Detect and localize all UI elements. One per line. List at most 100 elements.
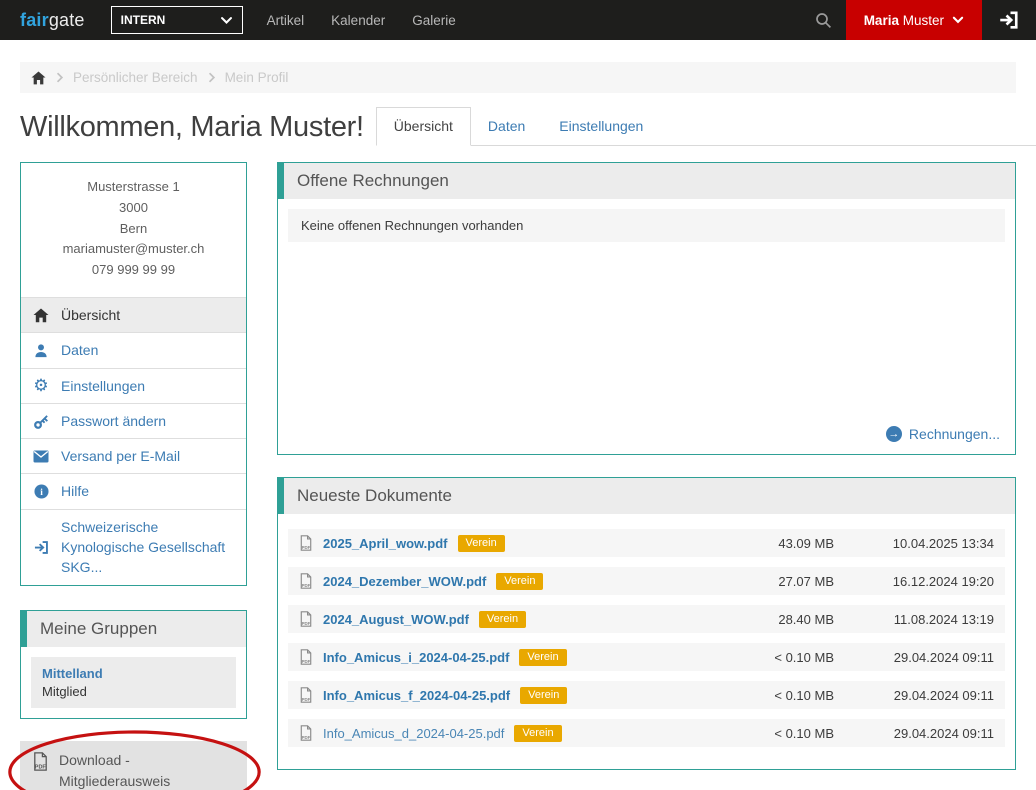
address-email: mariamuster@muster.ch: [29, 239, 238, 260]
sidebar-item-passwort-aendern[interactable]: Passwort ändern: [21, 403, 246, 438]
svg-text:PDF: PDF: [35, 764, 47, 770]
document-link[interactable]: 2025_April_wow.pdf: [323, 536, 448, 551]
group-name-link[interactable]: Mittelland: [42, 666, 225, 681]
sidebar-item-einstellungen[interactable]: ⚙ Einstellungen: [21, 368, 246, 403]
document-date: 29.04.2024 09:11: [844, 688, 994, 703]
chevron-right-icon: [55, 72, 64, 83]
sidebar-item-label: Hilfe: [61, 481, 89, 501]
sidebar-item-daten[interactable]: Daten: [21, 332, 246, 367]
key-icon: [33, 414, 49, 429]
document-row: PDF 2025_April_wow.pdf Verein 43.09 MB 1…: [288, 529, 1005, 557]
pdf-file-icon: PDF: [32, 752, 49, 771]
sidebar-item-hilfe[interactable]: i Hilfe: [21, 473, 246, 508]
page-title: Willkommen, Maria Muster!: [20, 111, 364, 146]
sidebar-item-label: Passwort ändern: [61, 411, 166, 431]
download-section: PDF Download - Mitgliederausweis: [20, 741, 247, 790]
pdf-file-icon: PDF: [299, 725, 313, 741]
document-link[interactable]: Info_Amicus_d_2024-04-25.pdf: [323, 726, 504, 741]
svg-text:PDF: PDF: [302, 697, 311, 702]
top-navbar: fairgate INTERN Artikel Kalender Galerie…: [0, 0, 1036, 40]
svg-text:PDF: PDF: [302, 735, 311, 740]
fairgate-logo[interactable]: fairgate: [20, 10, 85, 31]
document-row: PDF Info_Amicus_i_2024-04-25.pdf Verein …: [288, 643, 1005, 671]
documents-panel-title: Neueste Dokumente: [278, 478, 1015, 514]
content: Musterstrasse 1 3000 Bern mariamuster@mu…: [20, 162, 1016, 790]
sidebar-item-label: Übersicht: [61, 305, 120, 325]
address-city: Bern: [29, 219, 238, 240]
document-size: < 0.10 MB: [744, 726, 834, 741]
search-icon[interactable]: [801, 12, 846, 29]
sidebar-item-label: Einstellungen: [61, 376, 145, 396]
document-date: 29.04.2024 09:11: [844, 650, 994, 665]
breadcrumb-persoenlicher-bereich[interactable]: Persönlicher Bereich: [73, 70, 198, 85]
tab-uebersicht[interactable]: Übersicht: [376, 107, 471, 146]
pdf-file-icon: PDF: [299, 649, 313, 665]
sidebar-item-label: Schweizerische Kynologische Gesellschaft…: [61, 517, 234, 578]
download-button-label: Download - Mitgliederausweis: [59, 750, 235, 790]
open-invoices-panel: Offene Rechnungen Keine offenen Rechnung…: [277, 162, 1016, 455]
document-size: 43.09 MB: [744, 536, 834, 551]
sidebar-item-label: Daten: [61, 340, 98, 360]
info-icon: i: [33, 484, 49, 499]
svg-text:PDF: PDF: [302, 659, 311, 664]
svg-text:PDF: PDF: [302, 583, 311, 588]
breadcrumb-mein-profil[interactable]: Mein Profil: [225, 70, 289, 85]
address-zip: 3000: [29, 198, 238, 219]
document-size: < 0.10 MB: [744, 688, 834, 703]
address-block: Musterstrasse 1 3000 Bern mariamuster@mu…: [21, 163, 246, 297]
logo-fair: fair: [20, 10, 49, 30]
document-size: 28.40 MB: [744, 612, 834, 627]
envelope-icon: [33, 450, 49, 463]
tab-daten[interactable]: Daten: [471, 108, 542, 145]
sidebar-menu: Übersicht Daten ⚙ Einstellungen Passwort…: [21, 297, 246, 585]
user-menu[interactable]: Maria Muster: [846, 0, 982, 40]
invoices-empty-message: Keine offenen Rechnungen vorhanden: [288, 209, 1005, 242]
verein-badge: Verein: [496, 573, 543, 590]
chevron-down-icon: [220, 14, 233, 27]
scope-select[interactable]: INTERN: [111, 6, 243, 34]
address-street: Musterstrasse 1: [29, 177, 238, 198]
main-area: Offene Rechnungen Keine offenen Rechnung…: [277, 162, 1016, 770]
chevron-down-icon: [952, 14, 964, 26]
nav-link-artikel[interactable]: Artikel: [267, 13, 305, 28]
address-phone: 079 999 99 99: [29, 260, 238, 281]
download-mitgliederausweis-button[interactable]: PDF Download - Mitgliederausweis: [20, 741, 247, 790]
document-size: < 0.10 MB: [744, 650, 834, 665]
document-row: PDF Info_Amicus_f_2024-04-25.pdf Verein …: [288, 681, 1005, 709]
document-row: PDF 2024_August_WOW.pdf Verein 28.40 MB …: [288, 605, 1005, 633]
verein-badge: Verein: [520, 687, 567, 704]
svg-text:i: i: [40, 488, 43, 498]
user-name: Maria Muster: [864, 13, 944, 28]
svg-text:PDF: PDF: [302, 621, 311, 626]
sidebar-item-uebersicht[interactable]: Übersicht: [21, 297, 246, 332]
pdf-file-icon: PDF: [299, 535, 313, 551]
latest-documents-panel: Neueste Dokumente PDF 2025_April_wow.pdf…: [277, 477, 1016, 770]
rechnungen-link[interactable]: Rechnungen...: [909, 426, 1000, 442]
document-link[interactable]: 2024_Dezember_WOW.pdf: [323, 574, 486, 589]
sidebar-item-skg-portal[interactable]: Schweizerische Kynologische Gesellschaft…: [21, 509, 246, 585]
navbar-right: Maria Muster: [801, 0, 1036, 40]
svg-text:PDF: PDF: [302, 545, 311, 550]
verein-badge: Verein: [458, 535, 505, 552]
document-date: 29.04.2024 09:11: [844, 726, 994, 741]
nav-link-galerie[interactable]: Galerie: [412, 13, 456, 28]
document-link[interactable]: Info_Amicus_i_2024-04-25.pdf: [323, 650, 509, 665]
verein-badge: Verein: [519, 649, 566, 666]
invoices-panel-title: Offene Rechnungen: [278, 163, 1015, 199]
home-icon[interactable]: [31, 71, 46, 85]
document-link[interactable]: 2024_August_WOW.pdf: [323, 612, 469, 627]
chevron-right-icon: [207, 72, 216, 83]
logout-icon[interactable]: [982, 10, 1036, 30]
sidebar-item-versand-per-email[interactable]: Versand per E-Mail: [21, 438, 246, 473]
documents-list: PDF 2025_April_wow.pdf Verein 43.09 MB 1…: [278, 514, 1015, 747]
tab-einstellungen[interactable]: Einstellungen: [542, 108, 660, 145]
document-size: 27.07 MB: [744, 574, 834, 589]
scope-select-value: INTERN: [121, 13, 166, 27]
nav-link-kalender[interactable]: Kalender: [331, 13, 385, 28]
document-link[interactable]: Info_Amicus_f_2024-04-25.pdf: [323, 688, 510, 703]
document-date: 11.08.2024 13:19: [844, 612, 994, 627]
pdf-file-icon: PDF: [299, 687, 313, 703]
verein-badge: Verein: [479, 611, 526, 628]
group-item: Mittelland Mitglied: [31, 657, 236, 708]
logo-gate: gate: [49, 10, 85, 30]
